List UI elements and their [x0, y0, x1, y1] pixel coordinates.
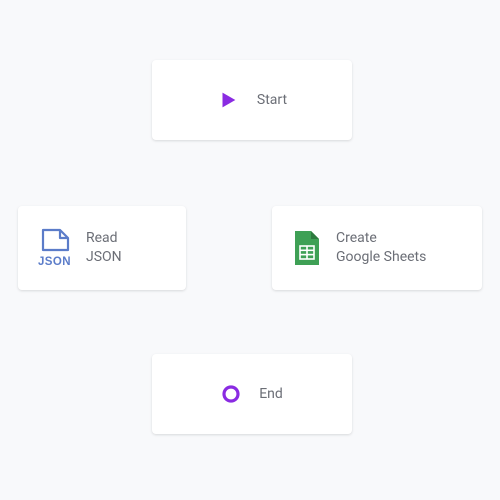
json-icon: JSON: [38, 228, 72, 268]
play-icon: [217, 89, 239, 111]
node-label: Start: [257, 91, 287, 110]
workflow-node-start[interactable]: Start: [152, 60, 352, 140]
workflow-node-read-json[interactable]: JSON Read JSON: [18, 206, 186, 290]
circle-icon: [221, 384, 241, 404]
workflow-node-create-sheets[interactable]: Create Google Sheets: [272, 206, 482, 290]
sheets-icon: [292, 229, 322, 267]
workflow-node-end[interactable]: End: [152, 354, 352, 434]
node-label: Read JSON: [86, 229, 122, 267]
svg-text:JSON: JSON: [38, 256, 71, 268]
node-label: End: [259, 385, 283, 404]
node-label: Create Google Sheets: [336, 229, 426, 267]
